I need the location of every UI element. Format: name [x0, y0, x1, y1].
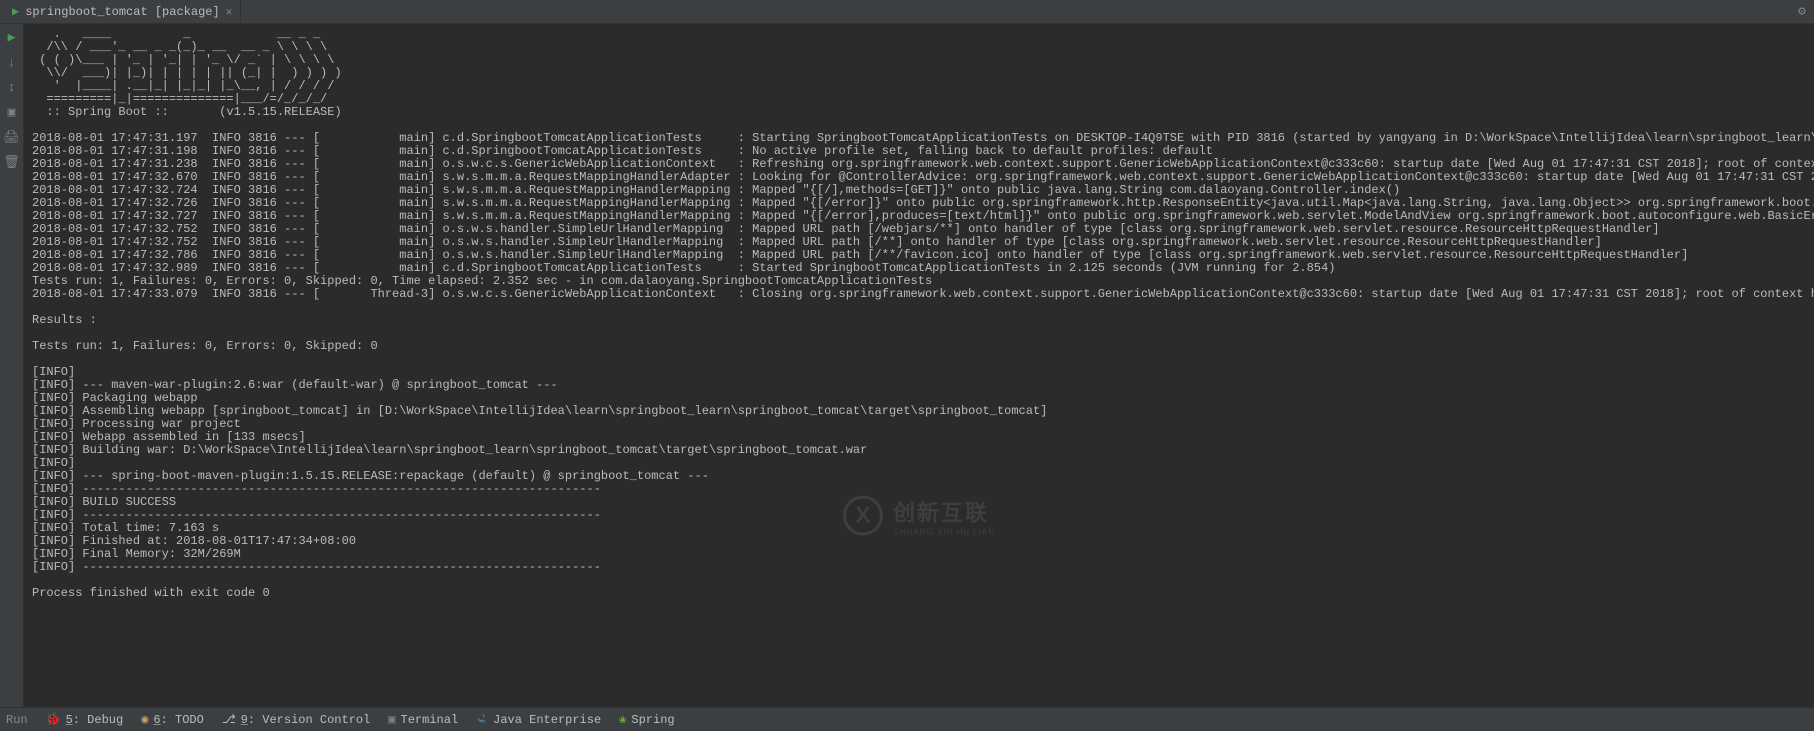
- status-bar: Run 🐞 5: Debug ◉ 6: TODO ⎇ 9: Version Control…: [0, 707, 1814, 731]
- run-icon: ▶: [12, 4, 19, 19]
- todo-icon: ◉: [141, 712, 148, 727]
- close-icon[interactable]: ✕: [226, 5, 233, 19]
- soft-wrap-button[interactable]: ↕: [8, 80, 16, 95]
- java-icon: [476, 712, 488, 728]
- tab-run-config[interactable]: ▶ springboot_tomcat [package] ✕: [4, 0, 241, 23]
- toolbar-gutter: ▶ ↓ ↕ ▣ 🖨 🗑: [0, 24, 24, 707]
- rerun-button[interactable]: ▶: [8, 30, 16, 45]
- status-terminal[interactable]: ▣ Terminal: [388, 712, 458, 728]
- tab-bar: ▶ springboot_tomcat [package] ✕ ⚙: [0, 0, 1814, 24]
- gear-icon[interactable]: ⚙: [1798, 4, 1806, 19]
- status-label: Java Enterprise: [493, 713, 601, 727]
- clear-button[interactable]: 🗑: [3, 155, 20, 170]
- status-label: 5: Debug: [66, 713, 124, 727]
- status-label: 9: Version Control: [241, 713, 371, 727]
- status-label: 6: TODO: [153, 713, 203, 727]
- spring-icon: ❀: [619, 712, 626, 727]
- track-output-button[interactable]: ▣: [8, 105, 16, 120]
- scroll-down-button[interactable]: ↓: [8, 55, 16, 70]
- status-5-debug[interactable]: 🐞 5: Debug: [46, 712, 124, 728]
- run-tool-label[interactable]: Run: [6, 713, 28, 727]
- terminal-icon: ▣: [388, 712, 395, 727]
- run-tool-window: ▶ ↓ ↕ ▣ 🖨 🗑 . ____ _ __ _ _ /\\ / ___'_ __ _ …: [0, 24, 1814, 707]
- status-spring[interactable]: ❀ Spring: [619, 712, 674, 728]
- status-label: Terminal: [401, 713, 459, 727]
- status-java-enterprise[interactable]: Java Enterprise: [476, 712, 601, 728]
- print-button[interactable]: 🖨: [3, 130, 20, 145]
- tab-title: springboot_tomcat [package]: [25, 5, 219, 19]
- bug-icon: 🐞: [46, 712, 61, 727]
- console-scroll[interactable]: . ____ _ __ _ _ /\\ / ___'_ __ _ _(_)_ _…: [24, 24, 1814, 707]
- status-6-todo[interactable]: ◉ 6: TODO: [141, 712, 204, 728]
- vcs-icon: ⎇: [222, 712, 236, 727]
- status-9-version-control[interactable]: ⎇ 9: Version Control: [222, 712, 370, 728]
- status-label: Spring: [631, 713, 674, 727]
- console-output: . ____ _ __ _ _ /\\ / ___'_ __ _ _(_)_ _…: [24, 24, 1814, 604]
